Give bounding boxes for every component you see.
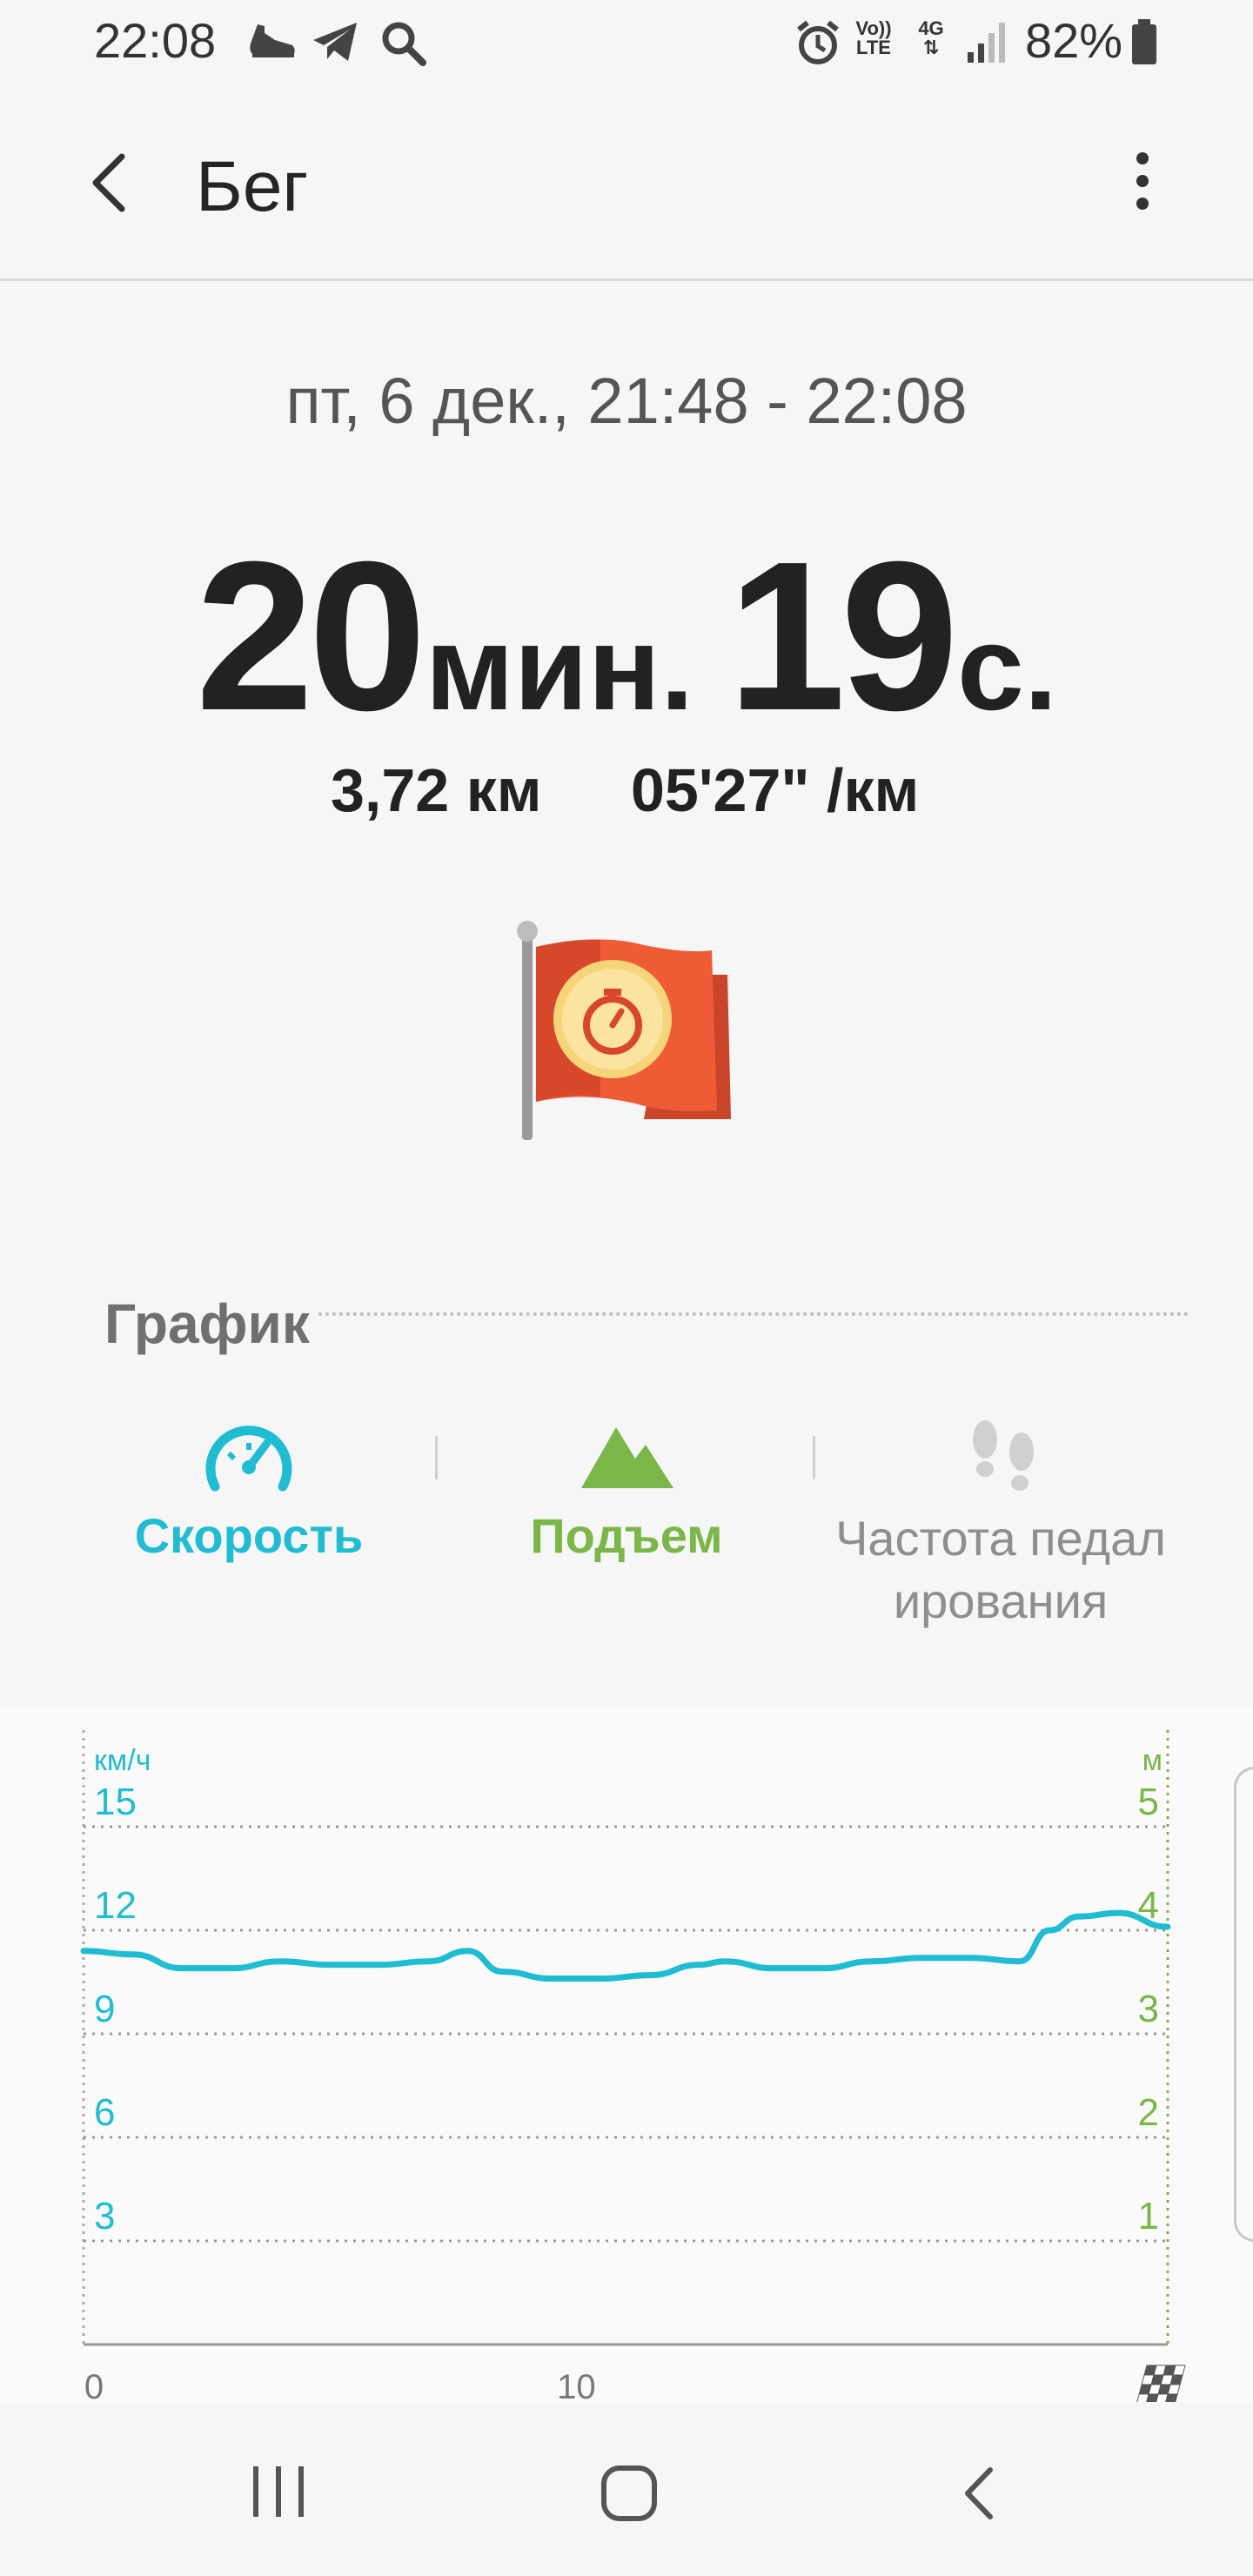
speed-chart[interactable]: км/ч м15 512 49 36 23 10 10 [0,1706,1253,2402]
more-options-icon[interactable] [1122,148,1163,218]
app-bar [0,104,1253,278]
duration-minutes: 20 [195,517,426,755]
tab-cadence-label-line2: ирования [893,1573,1109,1628]
page-title: Бег [196,147,309,226]
right-tick-label: 2 [1138,2091,1159,2134]
left-tick-label: 12 [94,1884,137,1927]
status-time: 22:08 [94,13,217,68]
left-tick-label: 3 [94,2195,115,2237]
footprints-icon[interactable] [966,1417,1042,1499]
data-arrows-icon: ⇅ [922,37,940,58]
x-tick-label: 10 [557,2368,596,2402]
workout-distance: 3,72 км [331,756,542,824]
alarm-icon [797,20,839,64]
chart-section-title: График [104,1292,310,1355]
chart-scroll-handle[interactable] [1234,1767,1253,2242]
workout-duration: 20 мин. 19 с. [0,513,1253,758]
left-tick-label: 9 [94,1988,115,2030]
section-divider [318,1312,1189,1316]
telegram-icon [313,23,357,61]
right-tick-label: 5 [1138,1781,1159,1823]
duration-minutes-unit: мин. [425,601,694,735]
left-tick-label: 15 [94,1781,137,1823]
right-tick-label: 3 [1138,1988,1159,2030]
chart-background [0,1706,1253,2402]
battery-percent: 82% [1025,13,1123,68]
recent-apps-icon[interactable] [248,2463,309,2520]
x-tick-label: 0 [84,2368,104,2402]
workout-pace: 05'27" /км [631,756,920,824]
achievement-flag-icon[interactable] [513,919,740,1145]
workout-date-range: пт, 6 дек., 21:48 - 22:08 [285,365,968,437]
tab-cadence[interactable]: Частота педал ирования [801,1507,1201,1633]
app-bar-divider [0,278,1253,281]
mountain-icon[interactable] [581,1424,673,1488]
battery-icon [1132,19,1156,64]
back-button[interactable] [78,148,139,218]
tab-cadence-label-line1: Частота педал [835,1511,1166,1566]
tab-separator [813,1436,815,1479]
status-bar: 22:08 Vo)) LTE 4G ⇅ 82% [0,0,1253,87]
nav-back-icon[interactable] [954,2463,1006,2524]
home-icon[interactable] [599,2463,660,2524]
volte-indicator: Vo)) LTE [855,17,892,58]
speedometer-icon[interactable] [203,1419,295,1493]
tab-elevation[interactable]: Подъем [470,1507,783,1564]
right-tick-label: 1 [1138,2195,1159,2237]
duration-seconds: 19 [727,517,958,755]
tab-separator [435,1436,438,1479]
right-axis-unit: м [1142,1744,1163,1777]
left-axis-unit: км/ч [94,1744,151,1777]
tab-speed[interactable]: Скорость [87,1507,411,1564]
duration-seconds-unit: с. [957,601,1058,735]
signal-icon [968,23,1005,63]
left-tick-label: 6 [94,2091,115,2134]
search-status-icon [382,22,426,66]
running-shoe-icon [250,24,295,57]
net-type-indicator: 4G ⇅ [912,19,950,57]
